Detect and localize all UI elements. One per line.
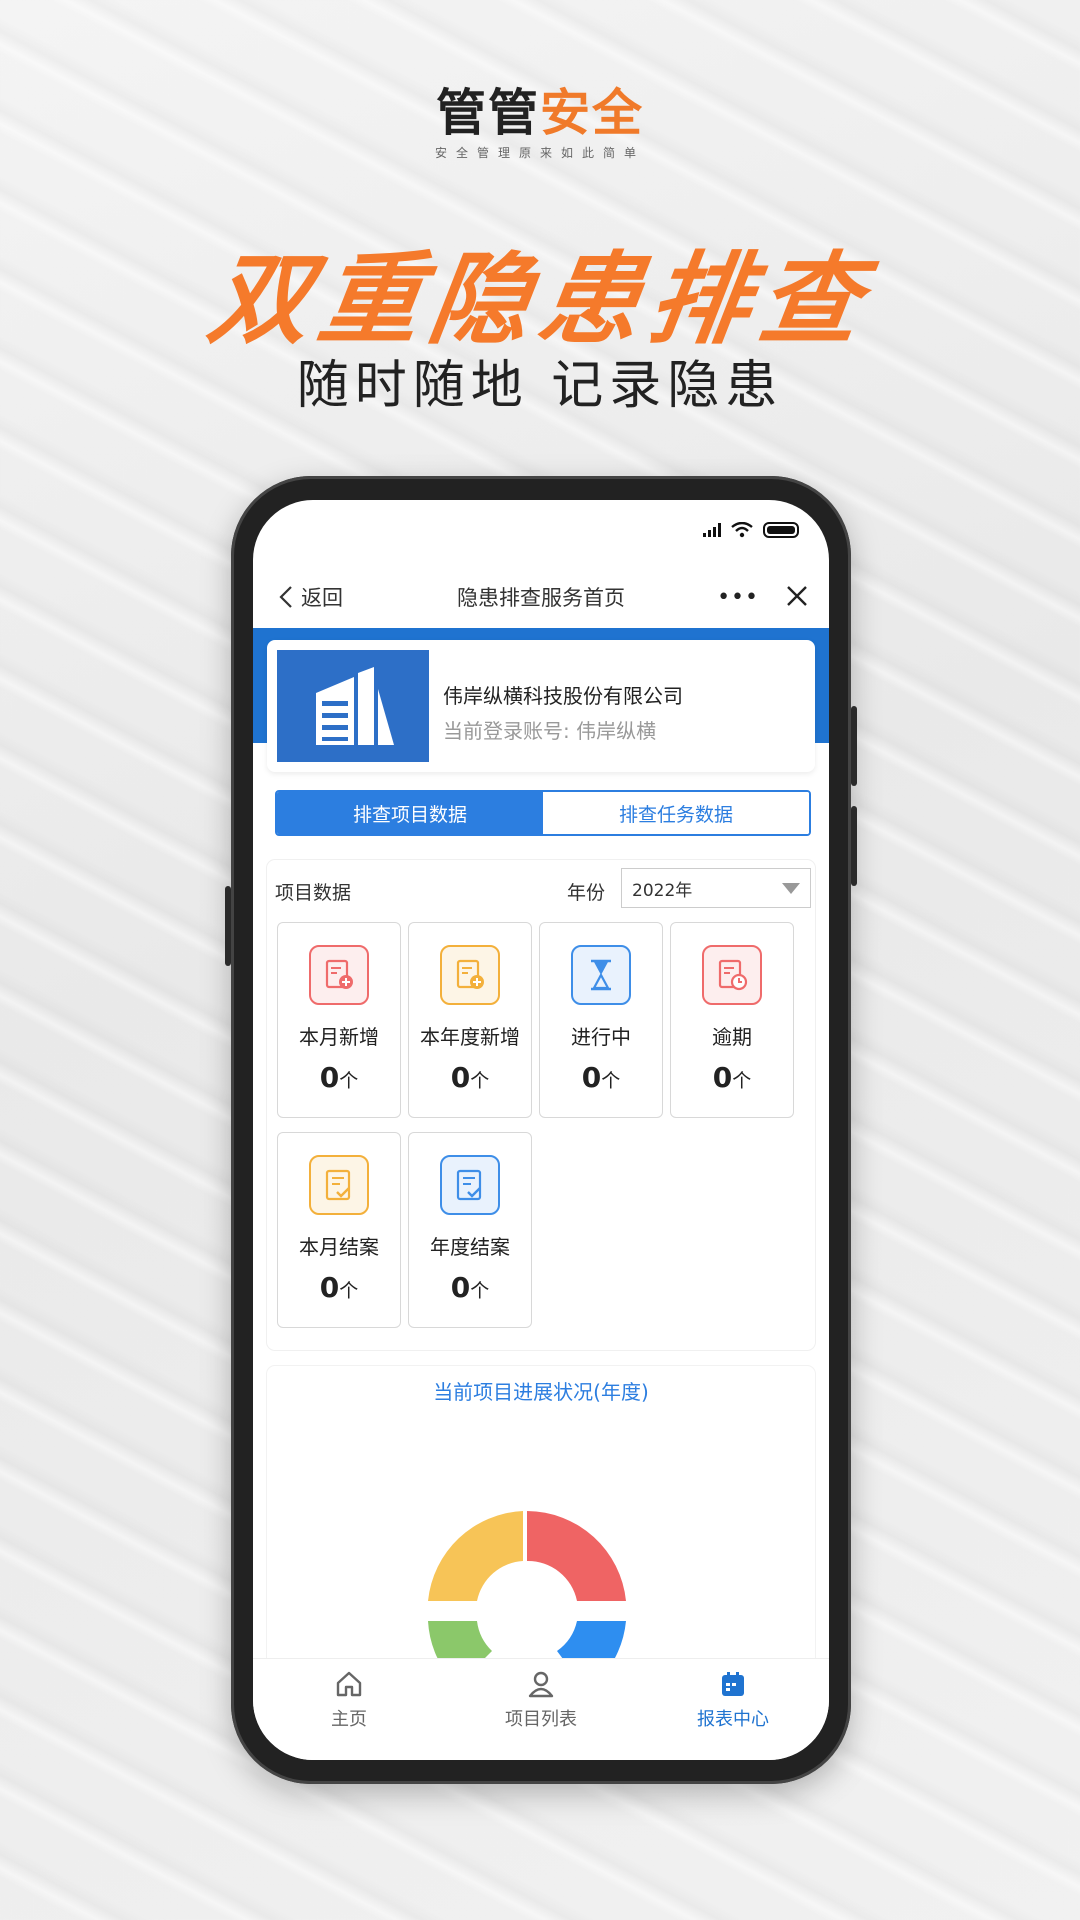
- chevron-down-icon: [782, 883, 800, 894]
- panel-title: 项目数据: [275, 882, 352, 904]
- phone-screen: 返回 隐患排查服务首页 ••• 伟岸纵横科技股份有限公司 当前登录账号: 伟岸纵…: [253, 500, 829, 1760]
- home-icon: [334, 1669, 364, 1699]
- company-card: 伟岸纵横科技股份有限公司 当前登录账号: 伟岸纵横: [267, 640, 815, 772]
- tab-home[interactable]: 主页: [253, 1659, 445, 1760]
- company-name: 伟岸纵横科技股份有限公司: [443, 684, 683, 708]
- stat-card-overdue[interactable]: 逾期 0个: [670, 922, 794, 1118]
- more-button[interactable]: •••: [717, 585, 759, 610]
- subheadline: 随时随地 记录隐患: [296, 356, 784, 416]
- tab-project-list[interactable]: 项目列表: [445, 1659, 637, 1760]
- tab-task-data[interactable]: 排查任务数据: [543, 792, 809, 834]
- stat-value: 0个: [581, 1061, 621, 1094]
- stat-value: 0个: [450, 1271, 490, 1304]
- brand-tagline: 安全管理原来如此简单: [434, 146, 645, 160]
- nav-bar: 返回 隐患排查服务首页 •••: [253, 566, 829, 628]
- back-button[interactable]: 返回: [279, 582, 343, 612]
- stat-card-year-closed[interactable]: 年度结案 0个: [408, 1132, 532, 1328]
- data-segment-control: 排查项目数据 排查任务数据: [275, 790, 811, 836]
- stat-card-year-new[interactable]: 本年度新增 0个: [408, 922, 532, 1118]
- year-value: 2022年: [632, 880, 693, 901]
- project-data-panel: 项目数据 年份 2022年 本月新增 0个 本年度新增 0个 进行中 0个 逾期…: [267, 860, 815, 1350]
- stat-label: 年度结案: [430, 1235, 510, 1259]
- bottom-tab-bar: 主页 项目列表 报表中心: [253, 1658, 829, 1760]
- hourglass-icon: [571, 945, 631, 1005]
- headline: 双重隐患排查: [201, 241, 879, 358]
- stat-card-in-progress[interactable]: 进行中 0个: [539, 922, 663, 1118]
- stat-label: 本月新增: [299, 1025, 379, 1049]
- stat-label: 本年度新增: [420, 1025, 520, 1049]
- phone-side-button: [225, 886, 231, 966]
- status-bar: [253, 500, 829, 566]
- brand-logo: 管管安全 安全管理原来如此简单: [0, 88, 1080, 161]
- calendar-icon: [718, 1669, 748, 1699]
- file-check-icon: [309, 1155, 369, 1215]
- stat-value: 0个: [450, 1061, 490, 1094]
- close-icon[interactable]: [785, 584, 809, 608]
- stat-value: 0个: [319, 1061, 359, 1094]
- stat-value: 0个: [319, 1271, 359, 1304]
- file-add-icon: [309, 945, 369, 1005]
- signal-icon: [703, 523, 721, 537]
- year-label: 年份: [567, 882, 606, 904]
- wifi-icon: [731, 522, 753, 538]
- file-check-icon: [440, 1155, 500, 1215]
- file-add-icon: [440, 945, 500, 1005]
- stat-label: 进行中: [571, 1025, 631, 1049]
- clock-file-icon: [702, 945, 762, 1005]
- stat-card-month-closed[interactable]: 本月结案 0个: [277, 1132, 401, 1328]
- donut-segment-yellow: [428, 1511, 523, 1601]
- back-label: 返回: [301, 586, 343, 610]
- logo-part1: 管管: [436, 84, 540, 142]
- progress-panel: 当前项目进展状况(年度): [267, 1366, 815, 1696]
- battery-icon: [763, 522, 799, 538]
- logo-part2: 安全: [540, 84, 644, 142]
- tab-label: 项目列表: [505, 1709, 577, 1730]
- tab-label: 主页: [331, 1709, 367, 1730]
- donut-segment-red: [527, 1511, 626, 1601]
- stat-label: 本月结案: [299, 1235, 379, 1259]
- phone-side-button: [851, 706, 857, 786]
- company-logo: [277, 650, 429, 762]
- phone-frame: 返回 隐患排查服务首页 ••• 伟岸纵横科技股份有限公司 当前登录账号: 伟岸纵…: [225, 476, 857, 1784]
- tab-label: 报表中心: [697, 1709, 769, 1730]
- tab-report-center[interactable]: 报表中心: [637, 1659, 829, 1760]
- stat-card-month-new[interactable]: 本月新增 0个: [277, 922, 401, 1118]
- progress-title: 当前项目进展状况(年度): [433, 1380, 649, 1404]
- stat-value: 0个: [712, 1061, 752, 1094]
- phone-side-button: [851, 806, 857, 886]
- chevron-left-icon: [279, 586, 292, 608]
- logo-text: 管管安全: [436, 88, 644, 138]
- tab-project-data[interactable]: 排查项目数据: [277, 792, 543, 834]
- year-select[interactable]: 2022年: [621, 868, 811, 908]
- user-icon: [526, 1669, 556, 1699]
- stat-label: 逾期: [712, 1025, 752, 1049]
- building-icon: [316, 667, 394, 745]
- login-account: 当前登录账号: 伟岸纵横: [443, 719, 657, 743]
